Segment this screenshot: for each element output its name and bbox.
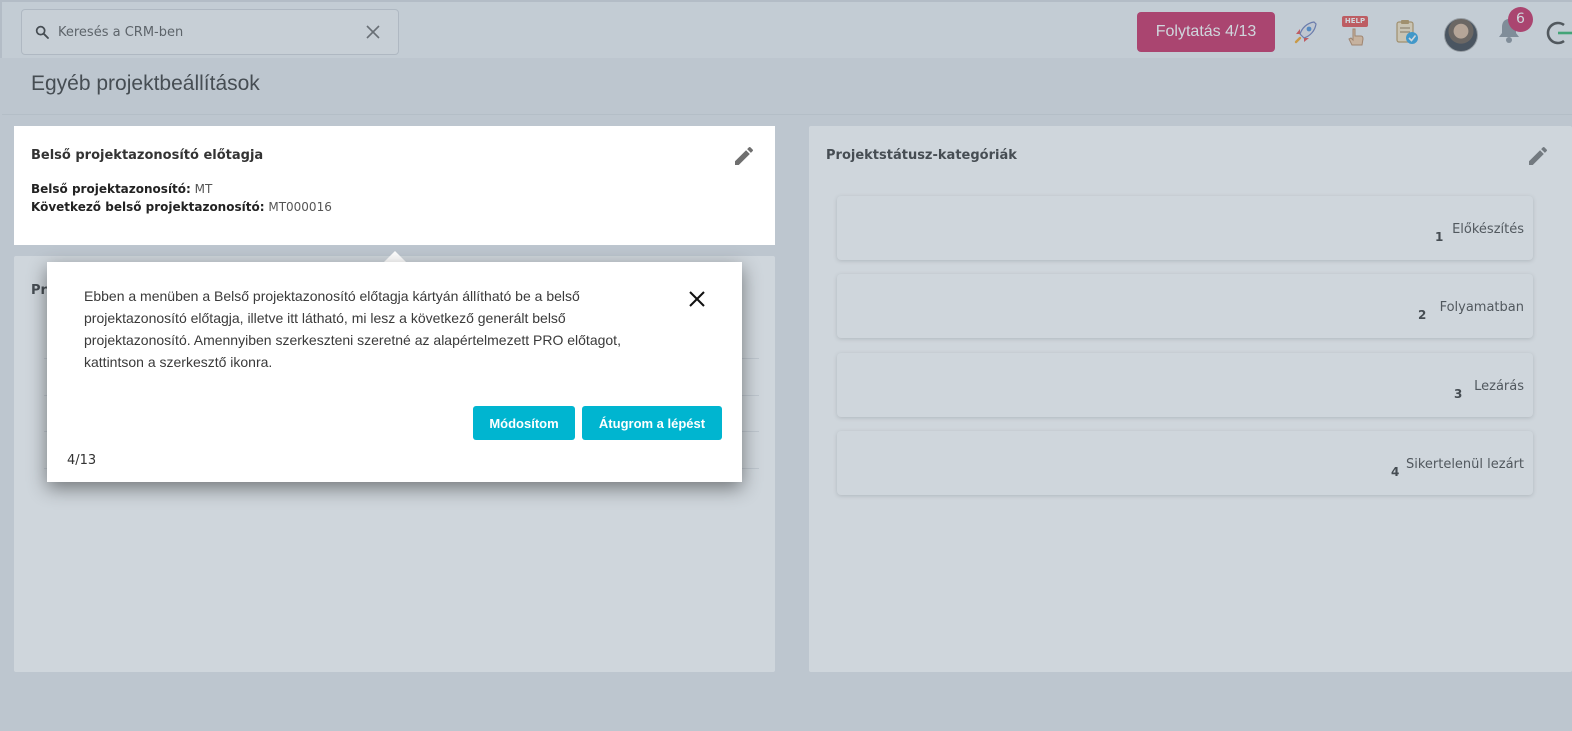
skip-step-button[interactable]: Átugrom a lépést: [582, 406, 722, 440]
app: Keresés a CRM-ben Folytatás 4/13 HELP 6 …: [0, 0, 1572, 731]
next-project-id-line: Következő belső projektazonosító: MT0000…: [31, 200, 332, 214]
tour-step-counter: 4/13: [67, 453, 97, 468]
project-id-prefix-card: Belső projektazonosító előtagja Belső pr…: [14, 126, 775, 245]
tooltip-text: Ebben a menüben a Belső projektazonosító…: [84, 288, 621, 370]
tour-tooltip: Ebben a menüben a Belső projektazonosító…: [47, 262, 742, 482]
card-title: Belső projektazonosító előtagja: [31, 148, 264, 163]
close-icon[interactable]: [688, 290, 706, 308]
next-project-id-label: Következő belső projektazonosító:: [31, 200, 265, 214]
project-id-value: MT: [194, 182, 213, 196]
modify-button[interactable]: Módosítom: [473, 406, 575, 440]
project-id-label: Belső projektazonosító:: [31, 182, 191, 196]
next-project-id-value: MT000016: [268, 200, 332, 214]
edit-icon[interactable]: [732, 144, 756, 168]
project-id-line: Belső projektazonosító: MT: [31, 182, 212, 196]
